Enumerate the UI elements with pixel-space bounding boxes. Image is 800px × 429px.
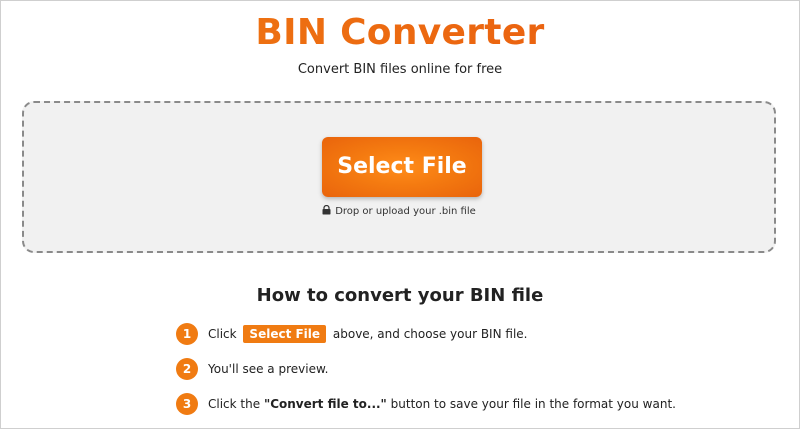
- page-subtitle: Convert BIN files online for free: [297, 62, 503, 77]
- step-text-suffix: button to save your file in the format y…: [390, 397, 676, 411]
- step-text-prefix: Click: [208, 327, 237, 341]
- dropzone-hint-text: Drop or upload your .bin file: [335, 206, 476, 217]
- file-dropzone[interactable]: Select File Drop or upload your .bin fil…: [22, 101, 776, 253]
- step-text-prefix: Click the: [208, 397, 261, 411]
- step-number-badge: 3: [176, 393, 198, 415]
- step-1: 1 Click Select File above, and choose yo…: [176, 323, 736, 345]
- lock-icon: [322, 205, 331, 215]
- step-3: 3 Click the "Convert file to..." button …: [176, 393, 736, 415]
- page: BIN Converter Convert BIN files online f…: [1, 1, 799, 428]
- inline-select-file-button[interactable]: Select File: [243, 325, 327, 343]
- step-text: You'll see a preview.: [208, 362, 329, 376]
- step-text-suffix: above, and choose your BIN file.: [332, 327, 528, 341]
- dropzone-hint: Drop or upload your .bin file: [24, 205, 774, 219]
- page-title: BIN Converter: [1, 11, 799, 55]
- step-2: 2 You'll see a preview.: [176, 358, 736, 380]
- step-number-badge: 1: [176, 323, 198, 345]
- step-text: Click Select File above, and choose your…: [208, 325, 527, 343]
- howto-title: How to convert your BIN file: [256, 285, 544, 306]
- select-file-button[interactable]: Select File: [322, 137, 482, 197]
- step-text-bold: "Convert file to...": [263, 397, 387, 411]
- step-text: Click the "Convert file to..." button to…: [208, 395, 676, 413]
- step-number-badge: 2: [176, 358, 198, 380]
- steps-list: 1 Click Select File above, and choose yo…: [176, 323, 736, 428]
